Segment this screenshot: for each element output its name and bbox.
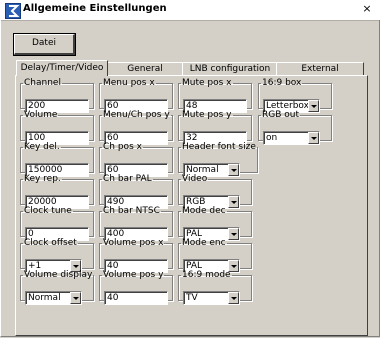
volume-pos-y-group: Volume pos y 40 bbox=[99, 270, 173, 305]
box-169-label: 16:9 box bbox=[262, 78, 302, 88]
key-del-group: Key del. 150000 bbox=[20, 142, 94, 177]
app-icon bbox=[5, 3, 21, 19]
file-button[interactable]: Datei bbox=[13, 33, 76, 56]
mode-enc-label: Mode enc bbox=[182, 238, 226, 248]
channel-group: Channel 200 bbox=[20, 78, 94, 113]
tab-strip: Delay/Timer/Video General LNB configurat… bbox=[16, 60, 366, 76]
mode-dec-group: Mode dec PAL bbox=[178, 206, 252, 241]
volume-pos-x-label: Volume pos x bbox=[103, 238, 164, 248]
tab-lnb-configuration[interactable]: LNB configuration bbox=[182, 62, 278, 76]
volume-pos-y-label: Volume pos y bbox=[103, 270, 164, 280]
ch-pos-x-group: Ch pos x 60 bbox=[99, 142, 173, 177]
mode-169-value: TV bbox=[186, 293, 198, 303]
ch-bar-pal-group: Ch bar PAL 490 bbox=[99, 174, 173, 209]
header-font-size-label: Header font size bbox=[182, 142, 256, 152]
mute-pos-y-label: Mute pos y bbox=[182, 110, 232, 120]
mode-dec-label: Mode dec bbox=[182, 206, 226, 216]
ch-pos-x-label: Ch pos x bbox=[103, 142, 142, 152]
key-rep-label: Key rep. bbox=[24, 174, 61, 184]
ch-bar-pal-label: Ch bar PAL bbox=[103, 174, 152, 184]
volume-display-select[interactable]: Normal bbox=[25, 291, 82, 305]
video-group: Video RGB bbox=[178, 174, 252, 209]
close-icon[interactable]: × bbox=[360, 2, 374, 16]
video-label: Video bbox=[182, 174, 208, 184]
clock-offset-label: Clock offset bbox=[24, 238, 77, 248]
window-body: Datei Delay/Timer/Video General LNB conf… bbox=[0, 20, 380, 337]
menu-ch-pos-y-label: Menu/Ch pos y bbox=[103, 110, 170, 120]
ch-bar-ntsc-label: Ch bar NTSC bbox=[103, 206, 160, 216]
channel-label: Channel bbox=[24, 78, 61, 88]
tab-panel: Channel 200 Volume 100 Key del. 150000 K… bbox=[15, 75, 368, 336]
chevron-down-icon[interactable] bbox=[308, 132, 319, 144]
menu-pos-x-group: Menu pos x 60 bbox=[99, 78, 173, 113]
menu-ch-pos-y-group: Menu/Ch pos y 60 bbox=[99, 110, 173, 145]
volume-pos-x-group: Volume pos x 40 bbox=[99, 238, 173, 273]
rgb-out-select[interactable]: on bbox=[263, 131, 320, 145]
tab-general[interactable]: General bbox=[106, 62, 184, 76]
chevron-down-icon[interactable] bbox=[70, 292, 81, 304]
mode-169-label: 16:9 mode bbox=[182, 270, 231, 280]
ch-bar-ntsc-group: Ch bar NTSC 400 bbox=[99, 206, 173, 241]
volume-display-label: Volume display bbox=[24, 270, 93, 280]
mode-169-select[interactable]: TV bbox=[183, 291, 240, 305]
volume-pos-y-input[interactable]: 40 bbox=[104, 291, 168, 305]
header-font-size-group: Header font size Normal bbox=[178, 142, 258, 177]
volume-display-value: Normal bbox=[28, 293, 61, 303]
clock-tune-label: Clock tune bbox=[24, 206, 72, 216]
volume-label: Volume bbox=[24, 110, 58, 120]
volume-group: Volume 100 bbox=[20, 110, 94, 145]
chevron-down-icon[interactable] bbox=[228, 292, 239, 304]
box-169-group: 16:9 box Letterbox bbox=[258, 78, 332, 113]
mute-pos-y-group: Mute pos y 32 bbox=[178, 110, 252, 145]
tab-external[interactable]: External bbox=[276, 62, 364, 76]
clock-offset-group: Clock offset +1 bbox=[20, 238, 94, 273]
mute-pos-x-group: Mute pos x 48 bbox=[178, 78, 252, 113]
rgb-out-value: on bbox=[266, 133, 278, 143]
tab-delay-timer-video[interactable]: Delay/Timer/Video bbox=[16, 60, 108, 76]
volume-display-group: Volume display Normal bbox=[20, 270, 95, 305]
mute-pos-x-label: Mute pos x bbox=[182, 78, 232, 88]
key-rep-group: Key rep. 20000 bbox=[20, 174, 94, 209]
mode-enc-group: Mode enc PAL bbox=[178, 238, 252, 273]
rgb-out-group: RGB out on bbox=[258, 110, 332, 145]
clock-tune-group: Clock tune 0 bbox=[20, 206, 94, 241]
title-bar: Allgemeine Einstellungen × bbox=[0, 0, 380, 21]
window-title: Allgemeine Einstellungen bbox=[23, 3, 167, 14]
mode-169-group: 16:9 mode TV bbox=[178, 270, 252, 305]
rgb-out-label: RGB out bbox=[262, 110, 300, 120]
key-del-label: Key del. bbox=[24, 142, 60, 152]
menu-pos-x-label: Menu pos x bbox=[103, 78, 155, 88]
